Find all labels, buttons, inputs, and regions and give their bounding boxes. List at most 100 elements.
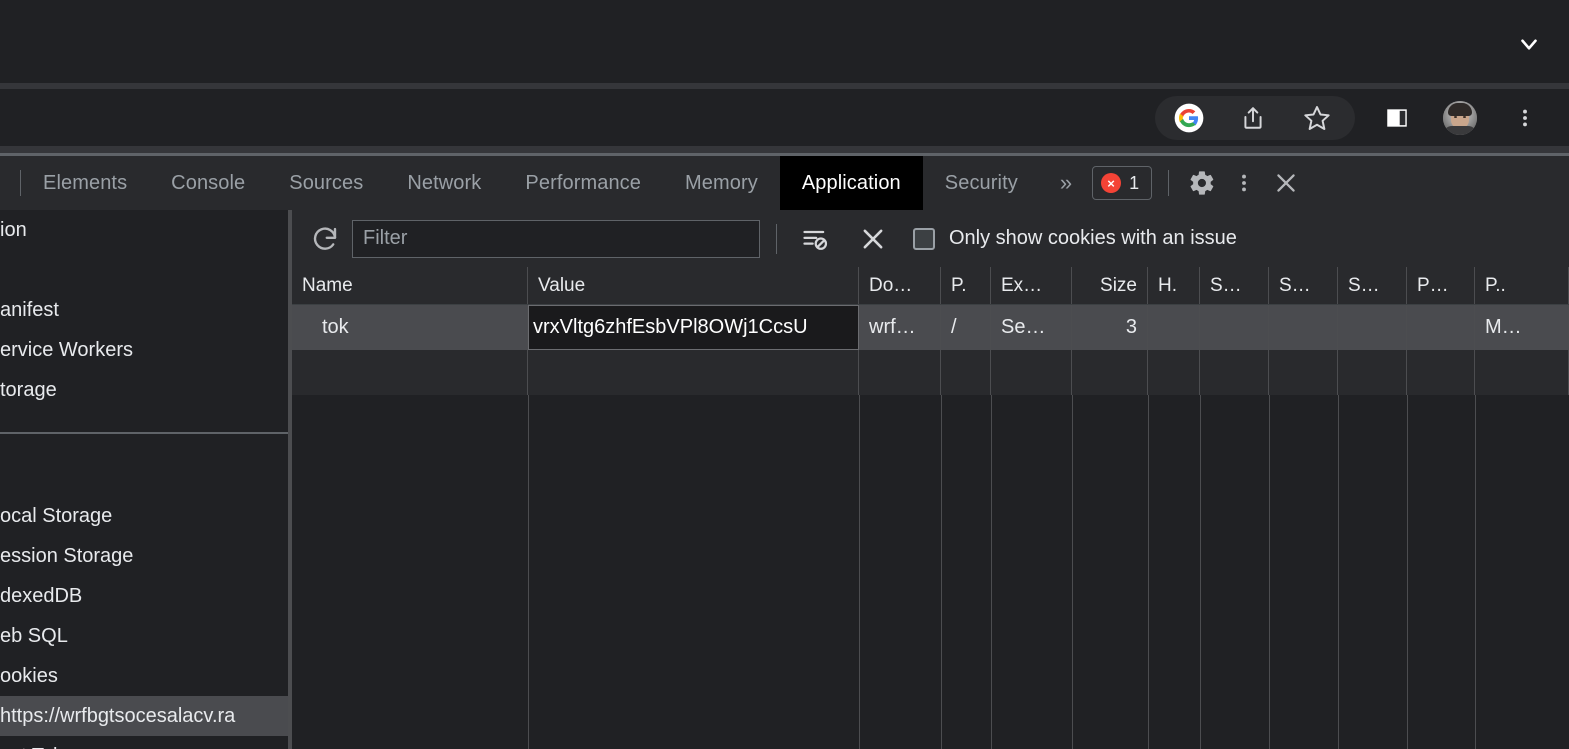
sidebar-item-label: ession Storage: [0, 544, 134, 567]
cell-secure[interactable]: [1200, 305, 1269, 350]
column-divider: [859, 395, 860, 749]
column-header-path[interactable]: P.: [941, 267, 991, 304]
tabbar-right-divider: [1168, 170, 1170, 196]
profile-avatar[interactable]: [1440, 98, 1480, 138]
sidebar-item-label: ocal Storage: [0, 504, 113, 527]
cell-empty: [1072, 350, 1148, 395]
error-count: 1: [1129, 172, 1140, 193]
tab-elements[interactable]: Elements: [21, 156, 149, 210]
cell-partition[interactable]: [1407, 305, 1475, 350]
cell-empty: [1338, 350, 1407, 395]
sidebar-item-label: ervice Workers: [0, 338, 133, 361]
cell-size[interactable]: 3: [1072, 305, 1148, 350]
column-header-httponly[interactable]: H.: [1148, 267, 1200, 304]
more-tabs-icon[interactable]: »: [1040, 156, 1092, 210]
sidebar-item-trust-tokens[interactable]: ust Tokens: [0, 736, 292, 749]
column-header-value[interactable]: Value: [528, 267, 859, 304]
sidebar-item-storage[interactable]: torage: [0, 370, 292, 410]
avatar: [1443, 101, 1477, 135]
sidebar-item-cookies[interactable]: ookies: [0, 656, 292, 696]
refresh-icon[interactable]: [300, 214, 350, 264]
sidebar-item-label: dexedDB: [0, 584, 83, 607]
sidebar-item-label: https://wrfbgtsocesalacv.ra: [0, 704, 236, 727]
sidebar-item-indexeddb[interactable]: dexedDB: [0, 576, 292, 616]
cell-empty: [859, 350, 941, 395]
cookies-panel: Only show cookies with an issue Name Val…: [292, 210, 1569, 749]
cell-domain[interactable]: wrf…: [859, 305, 941, 350]
bookmark-star-icon[interactable]: [1297, 98, 1337, 138]
tab-application[interactable]: Application: [779, 156, 923, 210]
cell-samesite[interactable]: [1269, 305, 1338, 350]
cell-empty: [1475, 350, 1569, 395]
tab-security[interactable]: Security: [923, 156, 1040, 210]
table-row-empty[interactable]: [292, 350, 1569, 395]
column-header-size[interactable]: Size: [1072, 267, 1148, 304]
column-divider: [1269, 395, 1270, 749]
side-panel-icon[interactable]: [1377, 98, 1417, 138]
cell-empty: [1269, 350, 1338, 395]
table-empty-area: [292, 395, 1569, 749]
sidebar-item-web-sql[interactable]: eb SQL: [0, 616, 292, 656]
browser-toolbar: [0, 89, 1569, 146]
column-divider: [1148, 395, 1149, 749]
column-header-expires[interactable]: Ex…: [991, 267, 1072, 304]
share-icon[interactable]: [1233, 98, 1273, 138]
column-header-domain[interactable]: Do…: [859, 267, 941, 304]
column-header-name[interactable]: Name: [292, 267, 528, 304]
tab-network[interactable]: Network: [385, 156, 503, 210]
column-divider: [528, 395, 529, 749]
column-header-secure[interactable]: S…: [1200, 267, 1269, 304]
google-icon[interactable]: [1169, 98, 1209, 138]
browser-menu-icon[interactable]: [1505, 98, 1545, 138]
error-badge[interactable]: × 1: [1092, 166, 1153, 200]
only-issues-checkbox-wrapper[interactable]: Only show cookies with an issue: [913, 227, 1237, 250]
cell-empty: [991, 350, 1072, 395]
column-divider: [1338, 395, 1339, 749]
devtools-menu-icon[interactable]: [1223, 162, 1265, 204]
column-header-priority[interactable]: P..: [1475, 267, 1569, 304]
cell-path[interactable]: /: [941, 305, 991, 350]
tab-sources[interactable]: Sources: [267, 156, 385, 210]
cookies-data-grid: Name Value Do… P. Ex… Size H. S… S… S… P…: [292, 267, 1569, 749]
sidebar-item-manifest[interactable]: anifest: [0, 290, 292, 330]
only-issues-checkbox[interactable]: [913, 227, 935, 250]
sidebar-item-session-storage[interactable]: ession Storage: [0, 536, 292, 576]
sidebar-item-label: eb SQL: [0, 624, 68, 647]
cell-priority[interactable]: M…: [1475, 305, 1569, 350]
chevron-down-icon[interactable]: [1511, 30, 1547, 58]
application-sidebar: ion anifest ervice Workers torage ocal S…: [0, 210, 292, 749]
clear-filtered-cookies-icon[interactable]: [793, 217, 837, 261]
sidebar-item-cookie-origin[interactable]: https://wrfbgtsocesalacv.ra: [0, 696, 292, 736]
column-divider: [1475, 395, 1476, 749]
column-header-samesite-2[interactable]: S…: [1338, 267, 1407, 304]
column-header-samesite[interactable]: S…: [1269, 267, 1338, 304]
cell-httponly[interactable]: [1148, 305, 1200, 350]
sidebar-item-label: ookies: [0, 664, 58, 687]
filter-input[interactable]: [352, 219, 760, 258]
cell-name[interactable]: tok: [292, 305, 528, 350]
devtools-tab-bar: Elements Console Sources Network Perform…: [0, 156, 1569, 210]
clear-all-cookies-icon[interactable]: [851, 217, 895, 261]
sidebar-item-local-storage[interactable]: ocal Storage: [0, 496, 292, 536]
table-row[interactable]: tok vrxVltg6zhfEsbVPl8OWj1CcsU wrf… / Se…: [292, 305, 1569, 350]
close-devtools-icon[interactable]: [1265, 162, 1307, 204]
column-divider: [1200, 395, 1201, 749]
tab-console[interactable]: Console: [149, 156, 267, 210]
sidebar-item-service-workers[interactable]: ervice Workers: [0, 330, 292, 370]
cell-samesite-2[interactable]: [1338, 305, 1407, 350]
column-header-partition[interactable]: P…: [1407, 267, 1475, 304]
sidebar-item-label: torage: [0, 378, 57, 401]
table-header-row: Name Value Do… P. Ex… Size H. S… S… S… P…: [292, 267, 1569, 305]
cell-empty: [292, 350, 528, 395]
sidebar-item-label: ion: [0, 218, 27, 241]
sidebar-item-application[interactable]: ion: [0, 210, 292, 250]
tab-memory[interactable]: Memory: [663, 156, 780, 210]
cell-value[interactable]: vrxVltg6zhfEsbVPl8OWj1CcsU: [528, 305, 859, 350]
cell-expires[interactable]: Se…: [991, 305, 1072, 350]
cell-empty: [1148, 350, 1200, 395]
tab-performance[interactable]: Performance: [503, 156, 663, 210]
sidebar-item-label: ust Tokens: [0, 745, 95, 749]
browser-title-bar: [0, 0, 1569, 83]
gear-icon[interactable]: [1181, 162, 1223, 204]
